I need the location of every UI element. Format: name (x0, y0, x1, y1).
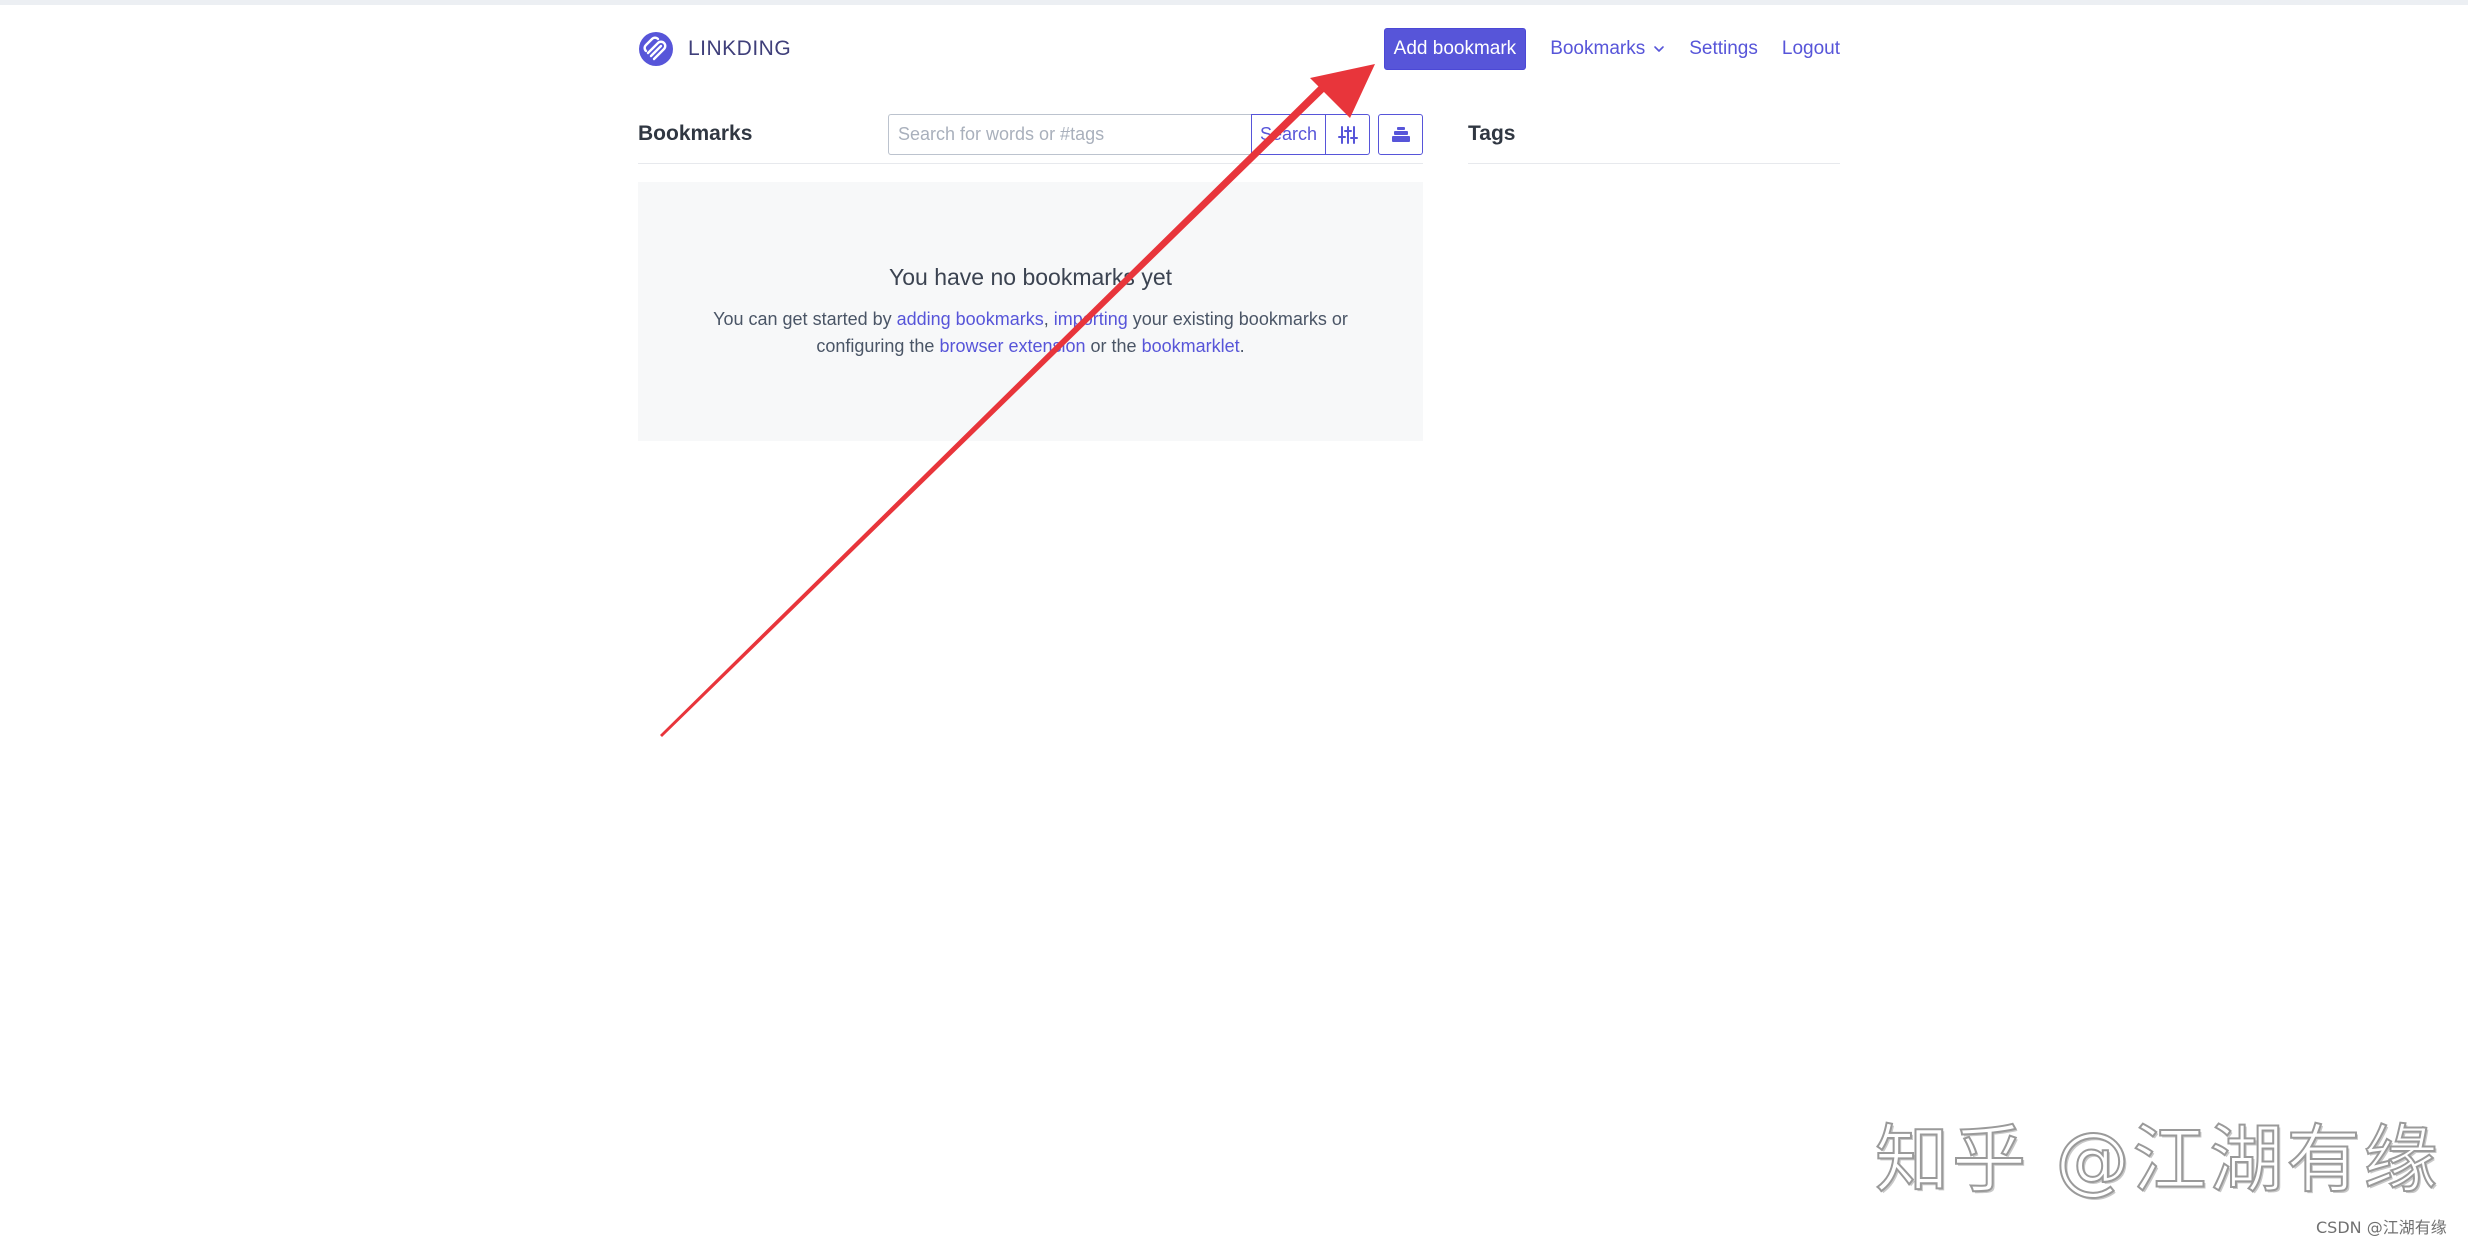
importing-link[interactable]: importing (1054, 309, 1128, 329)
main-nav: Add bookmark Bookmarks Settings Logout (1383, 28, 1840, 70)
bookmarks-title: Bookmarks (638, 122, 753, 145)
sliders-icon (1337, 125, 1358, 144)
search-input[interactable] (888, 114, 1251, 155)
empty-text-part: . (1239, 336, 1245, 356)
brand-name: LINKDING (688, 37, 792, 60)
search-button[interactable]: Search (1251, 114, 1327, 155)
empty-state: You have no bookmarks yet You can get st… (638, 182, 1423, 441)
empty-state-text: You can get started by adding bookmarks,… (674, 306, 1387, 360)
linkding-logo-icon (639, 32, 673, 66)
tags-header: Tags (1468, 114, 1840, 164)
page-container: LINKDING Add bookmark Bookmarks Settings… (638, 0, 1840, 500)
watermark-small: CSDN @江湖有缘 (2316, 1218, 2447, 1237)
settings-link[interactable]: Settings (1689, 38, 1758, 60)
watermark-large: 知乎 @江湖有缘 (1874, 1116, 2441, 1204)
chevron-down-icon (1654, 46, 1665, 52)
logout-link[interactable]: Logout (1782, 38, 1840, 60)
browser-extension-link[interactable]: browser extension (939, 336, 1085, 356)
search-form: Search (888, 114, 1371, 155)
brand-link[interactable]: LINKDING (638, 30, 791, 68)
bookmarks-header: Bookmarks Search (638, 114, 1423, 164)
adding-bookmarks-link[interactable]: adding bookmarks (897, 309, 1044, 329)
bookmarklet-link[interactable]: bookmarklet (1142, 336, 1240, 356)
search-options-button[interactable] (1326, 114, 1371, 155)
bookmarks-dropdown-label: Bookmarks (1550, 38, 1646, 59)
bookmarks-dropdown[interactable]: Bookmarks (1550, 38, 1665, 60)
empty-text-part: or the (1085, 336, 1142, 356)
navbar: LINKDING Add bookmark Bookmarks Settings… (638, 26, 1840, 72)
add-bookmark-button[interactable]: Add bookmark (1383, 28, 1527, 70)
empty-text-part: , (1043, 309, 1054, 329)
empty-state-title: You have no bookmarks yet (889, 264, 1172, 290)
empty-text-part: You can get started by (713, 309, 897, 329)
stack-icon (1391, 126, 1410, 142)
bulk-edit-button[interactable] (1378, 114, 1423, 155)
tags-title: Tags (1468, 122, 1516, 145)
